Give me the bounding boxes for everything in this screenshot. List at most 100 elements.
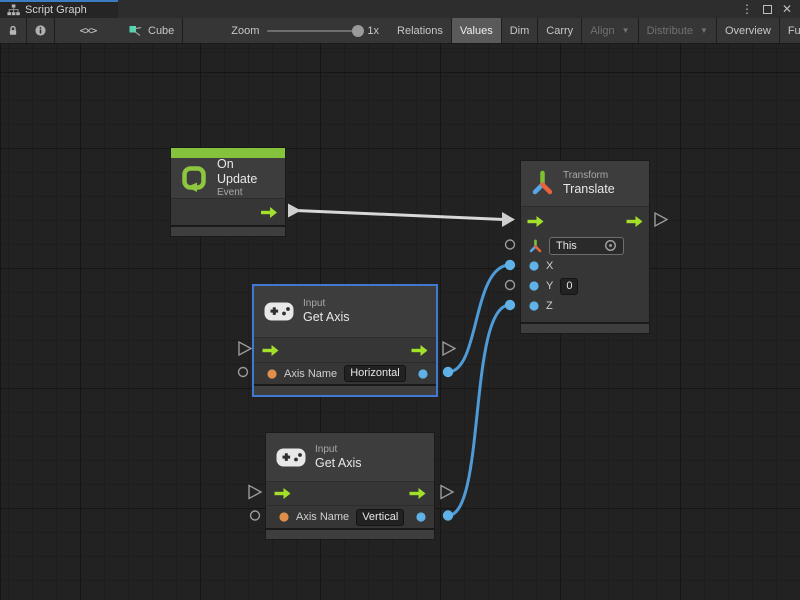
chevron-down-icon: ▼ [700,26,708,35]
flow-arrow-icon [626,216,643,227]
flow-arrow-icon [262,345,279,356]
node-title: Get Axis [315,456,362,471]
port-flow-output-translate[interactable] [655,213,667,226]
chevron-down-icon: ▼ [622,26,630,35]
flow-output-row [171,198,285,225]
y-row: Y 0 [521,276,649,296]
fullscreen-button[interactable]: Full Screen [780,18,800,43]
values-button[interactable]: Values [452,18,501,43]
wire-flow-onupdate-to-translate[interactable] [296,211,504,220]
flow-arrow-icon [527,216,544,227]
axis-name-input[interactable]: Horizontal [344,365,406,382]
toolbar-left-group: <×> [0,18,121,43]
x-row: X [521,256,649,276]
zoom-value: 1x [367,25,379,37]
node-subtitle: Input [303,298,350,310]
node-on-update[interactable]: On Update Event [170,147,286,237]
tab-script-graph[interactable]: Script Graph [0,0,118,18]
overview-button[interactable]: Overview [717,18,779,43]
lock-button[interactable] [0,18,26,43]
titlebar: Script Graph ⋮ ✕ [0,0,800,18]
x-label: X [546,260,553,272]
loop-arrow-icon [181,165,208,192]
wire-horizontal-to-x[interactable] [448,265,510,372]
port-flow-output-on-update[interactable] [288,204,301,218]
z-row: Z [521,296,649,316]
port-flow-input-getaxis-h[interactable] [239,342,251,355]
align-button[interactable]: Align▼ [582,18,637,43]
flow-arrow-icon [261,207,277,218]
axis-name-input[interactable]: Vertical [356,509,404,526]
node-footer [266,528,434,539]
distribute-button[interactable]: Distribute▼ [639,18,716,43]
value-port-icon [418,369,428,379]
lock-icon [8,24,18,37]
node-get-axis-horizontal[interactable]: Input Get Axis Axis Name Horizontal [253,285,437,396]
port-flow-output-getaxis-h[interactable] [443,342,455,355]
y-value-input[interactable]: 0 [560,278,578,295]
node-transform-translate[interactable]: Transform Translate This [520,160,650,334]
node-subtitle: Event [217,187,275,199]
flow-arrow-icon [274,488,291,499]
axis-name-row: Axis Name Horizontal [254,362,436,384]
z-label: Z [546,300,553,312]
toolbar-right-group: Relations Values Dim Carry Align▼ Distri… [389,18,800,43]
y-label: Y [546,280,553,292]
transform-axes-icon [531,169,554,198]
wire-vertical-to-z[interactable] [448,305,510,516]
node-subtitle: Input [315,444,362,456]
port-axisname-input-getaxis-v[interactable] [251,511,260,520]
value-port-icon [529,261,539,271]
value-port-icon [529,281,539,291]
gamepad-icon [276,448,306,467]
zoom-slider[interactable] [267,30,359,32]
graph-hierarchy-icon [7,4,20,16]
zoom-label: Zoom [231,25,259,37]
node-footer [171,225,285,236]
graph-canvas[interactable]: On Update Event Input [0,44,800,600]
menu-dots-icon[interactable]: ⋮ [741,3,753,15]
flow-row [521,206,649,235]
node-subtitle: Transform [563,170,615,182]
flow-row [266,481,434,505]
info-button[interactable] [27,18,54,43]
string-port-icon [267,369,277,379]
close-icon[interactable]: ✕ [782,3,792,15]
port-x-input-translate[interactable] [505,260,515,270]
target-object-field[interactable]: This [549,237,624,255]
dim-button[interactable]: Dim [502,18,538,43]
info-icon [35,24,46,37]
node-get-axis-vertical[interactable]: Input Get Axis Axis Name Vertical [265,432,435,540]
tab-title: Script Graph [25,4,87,16]
node-title: On Update [217,157,275,187]
gamepad-icon [264,302,294,321]
port-y-input-translate[interactable] [506,281,515,290]
port-value-output-getaxis-v[interactable] [443,510,453,520]
node-title: Get Axis [303,310,350,325]
axis-name-label: Axis Name [284,368,337,380]
port-target-input-translate[interactable] [506,240,515,249]
maximize-icon[interactable] [763,5,772,14]
relations-button[interactable]: Relations [389,18,451,43]
value-port-icon [416,512,426,522]
port-flow-input-translate[interactable] [502,212,515,227]
zoom-slider-handle[interactable] [352,25,364,37]
port-z-input-translate[interactable] [505,300,515,310]
port-value-output-getaxis-h[interactable] [443,367,453,377]
node-footer [521,322,649,333]
value-port-icon [529,301,539,311]
carry-button[interactable]: Carry [538,18,581,43]
transform-mini-icon [529,239,542,253]
port-axisname-input-getaxis-h[interactable] [239,368,248,377]
flow-row [254,337,436,362]
object-picker-icon[interactable] [604,239,617,252]
zoom-control: Zoom 1x [183,18,389,43]
graph-breadcrumb-button[interactable]: Cube [121,18,182,43]
target-row: This [521,235,649,256]
unit-options-button[interactable]: <×> [55,18,121,43]
port-flow-output-getaxis-v[interactable] [441,486,453,499]
port-flow-input-getaxis-v[interactable] [249,486,261,499]
node-title: Translate [563,182,615,197]
code-brackets-icon: <×> [80,24,97,37]
string-port-icon [279,512,289,522]
